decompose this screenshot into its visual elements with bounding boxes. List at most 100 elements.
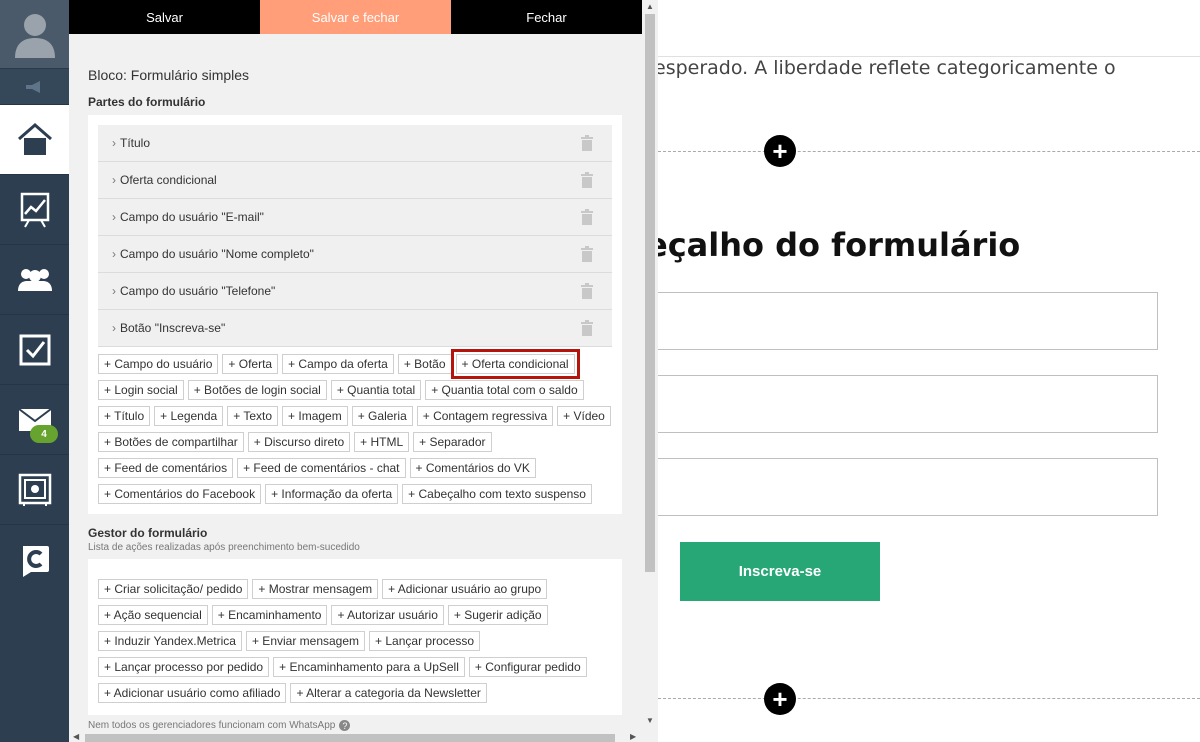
add-part-button[interactable]: + Botões de login social: [187, 380, 327, 400]
add-action-button[interactable]: + Encaminhamento: [211, 605, 328, 625]
add-block-plus-icon[interactable]: +: [764, 135, 796, 167]
sidebar-item-home[interactable]: [0, 104, 69, 174]
form-part-row[interactable]: › Título: [98, 125, 612, 162]
panel-vertical-scrollbar[interactable]: ▲ ▼: [642, 0, 658, 742]
add-action-button[interactable]: + Lançar processo: [369, 631, 481, 651]
add-part-button[interactable]: + Campo da oferta: [282, 354, 394, 374]
add-part-button[interactable]: + Separador: [413, 432, 492, 452]
preview-phone-field[interactable]: [658, 458, 1158, 516]
add-part-button[interactable]: + Botões de compartilhar: [98, 432, 244, 452]
add-part-button[interactable]: + Vídeo: [557, 406, 611, 426]
trash-icon[interactable]: [580, 246, 594, 262]
add-part-button[interactable]: + Informação da oferta: [265, 484, 399, 504]
add-action-button[interactable]: + Lançar processo por pedido: [98, 657, 270, 677]
add-part-button[interactable]: + Cabeçalho com texto suspenso: [402, 484, 592, 504]
form-actions-box: + Criar solicitação/ pedido + Mostrar men…: [88, 559, 622, 715]
add-part-button[interactable]: + Discurso direto: [247, 432, 351, 452]
trash-icon[interactable]: [580, 209, 594, 225]
add-action-button[interactable]: + Ação sequencial: [98, 605, 208, 625]
scroll-right-arrow-icon[interactable]: ▶: [630, 732, 636, 741]
preview-top-block: [658, 0, 1200, 57]
add-part-button[interactable]: + Feed de comentários: [98, 458, 234, 478]
sidebar-item-tasks[interactable]: [0, 314, 69, 384]
avatar[interactable]: [0, 0, 69, 68]
add-action-button[interactable]: + Autorizar usuário: [331, 605, 444, 625]
form-part-row[interactable]: › Botão "Inscreva-se": [98, 310, 612, 347]
add-part-button[interactable]: + Botão: [397, 354, 452, 374]
form-manager-subtitle: Lista de ações realizadas após preenchim…: [88, 542, 360, 553]
add-part-button[interactable]: + Galeria: [351, 406, 413, 426]
add-action-button[interactable]: + Configurar pedido: [468, 657, 587, 677]
add-action-button[interactable]: + Mostrar mensagem: [252, 579, 379, 599]
sidebar-item-safe[interactable]: [0, 454, 69, 524]
form-part-text: Campo do usuário "E-mail": [120, 210, 264, 224]
preview-paragraph: esperado. A liberdade reflete categorica…: [658, 57, 1116, 79]
chevron-right-icon: ›: [112, 210, 116, 224]
add-part-button[interactable]: + Feed de comentários - chat: [237, 458, 406, 478]
trash-icon[interactable]: [580, 320, 594, 336]
horizontal-scroll-thumb[interactable]: [85, 734, 615, 742]
add-block-plus-icon-bottom[interactable]: +: [764, 683, 796, 715]
add-action-button[interactable]: + Induzir Yandex.Metrica: [98, 631, 242, 651]
add-part-button[interactable]: + Imagem: [282, 406, 348, 426]
save-and-close-button[interactable]: Salvar e fechar: [260, 0, 451, 34]
trash-icon[interactable]: [580, 135, 594, 151]
add-part-button[interactable]: + Contagem regressiva: [416, 406, 554, 426]
form-parts-list: › Título › Oferta condicional › Campo do usuá…: [98, 125, 612, 347]
trash-icon[interactable]: [580, 283, 594, 299]
form-part-label: › Campo do usuário "Telefone": [112, 284, 275, 298]
add-part-button[interactable]: + Comentários do VK: [409, 458, 536, 478]
sidebar-item-users[interactable]: [0, 244, 69, 314]
form-part-label: › Título: [112, 136, 150, 150]
sidebar-item-messages[interactable]: 4: [0, 384, 69, 454]
save-button[interactable]: Salvar: [69, 0, 260, 34]
page-preview: esperado. A liberdade reflete categorica…: [658, 0, 1200, 742]
announcements-button[interactable]: [0, 68, 69, 104]
form-parts-title: Partes do formulário: [88, 95, 206, 109]
whatsapp-note: Nem todos os gerenciadores funcionam com…: [88, 720, 623, 731]
form-part-row[interactable]: › Campo do usuário "Nome completo": [98, 236, 612, 273]
subscribe-button[interactable]: Inscreva-se: [680, 542, 880, 601]
add-part-button[interactable]: + HTML: [354, 432, 410, 452]
chart-icon: [20, 192, 49, 227]
scroll-up-arrow-icon[interactable]: ▲: [646, 2, 654, 11]
left-sidebar: 4: [0, 0, 69, 742]
add-part-button[interactable]: + Login social: [98, 380, 184, 400]
form-part-row[interactable]: › Campo do usuário "Telefone": [98, 273, 612, 310]
scroll-left-arrow-icon[interactable]: ◀: [73, 732, 79, 741]
add-action-button[interactable]: + Encaminhamento para a UpSell: [273, 657, 465, 677]
add-part-button[interactable]: + Oferta: [222, 354, 279, 374]
add-part-button[interactable]: + Comentários do Facebook: [98, 484, 262, 504]
form-part-text: Título: [120, 136, 151, 150]
trash-icon[interactable]: [580, 172, 594, 188]
home-icon: [17, 122, 52, 155]
block-divider: [658, 151, 1200, 152]
add-action-button[interactable]: + Adicionar usuário ao grupo: [382, 579, 548, 599]
add-action-button[interactable]: + Enviar mensagem: [245, 631, 366, 651]
panel-horizontal-scrollbar[interactable]: ◀ ▶: [69, 732, 642, 742]
add-part-button[interactable]: + Título: [98, 406, 151, 426]
help-icon[interactable]: ?: [339, 720, 351, 731]
add-action-button[interactable]: + Adicionar usuário como afiliado: [98, 683, 287, 703]
add-conditional-offer-button[interactable]: + Oferta condicional: [450, 349, 580, 379]
form-part-text: Botão "Inscreva-se": [120, 321, 226, 335]
add-action-button[interactable]: + Alterar a categoria da Newsletter: [290, 683, 487, 703]
add-part-button[interactable]: + Texto: [227, 406, 279, 426]
sidebar-item-stats[interactable]: [0, 174, 69, 244]
add-part-button[interactable]: + Campo do usuário: [98, 354, 219, 374]
sidebar-item-brand[interactable]: [0, 524, 69, 594]
preview-name-field[interactable]: [658, 375, 1158, 433]
checkbox-icon: [19, 334, 50, 365]
vertical-scroll-thumb[interactable]: [645, 14, 655, 572]
add-part-button[interactable]: + Quantia total com o saldo: [425, 380, 584, 400]
block-divider-bottom: [658, 698, 1200, 699]
preview-email-field[interactable]: [658, 292, 1158, 350]
add-part-button[interactable]: + Quantia total: [330, 380, 422, 400]
add-part-button[interactable]: + Legenda: [154, 406, 224, 426]
close-button[interactable]: Fechar: [451, 0, 642, 34]
form-part-row[interactable]: › Campo do usuário "E-mail": [98, 199, 612, 236]
add-action-button[interactable]: + Criar solicitação/ pedido: [98, 579, 249, 599]
form-part-row[interactable]: › Oferta condicional: [98, 162, 612, 199]
scroll-down-arrow-icon[interactable]: ▼: [646, 716, 654, 725]
add-action-button[interactable]: + Sugerir adição: [447, 605, 548, 625]
